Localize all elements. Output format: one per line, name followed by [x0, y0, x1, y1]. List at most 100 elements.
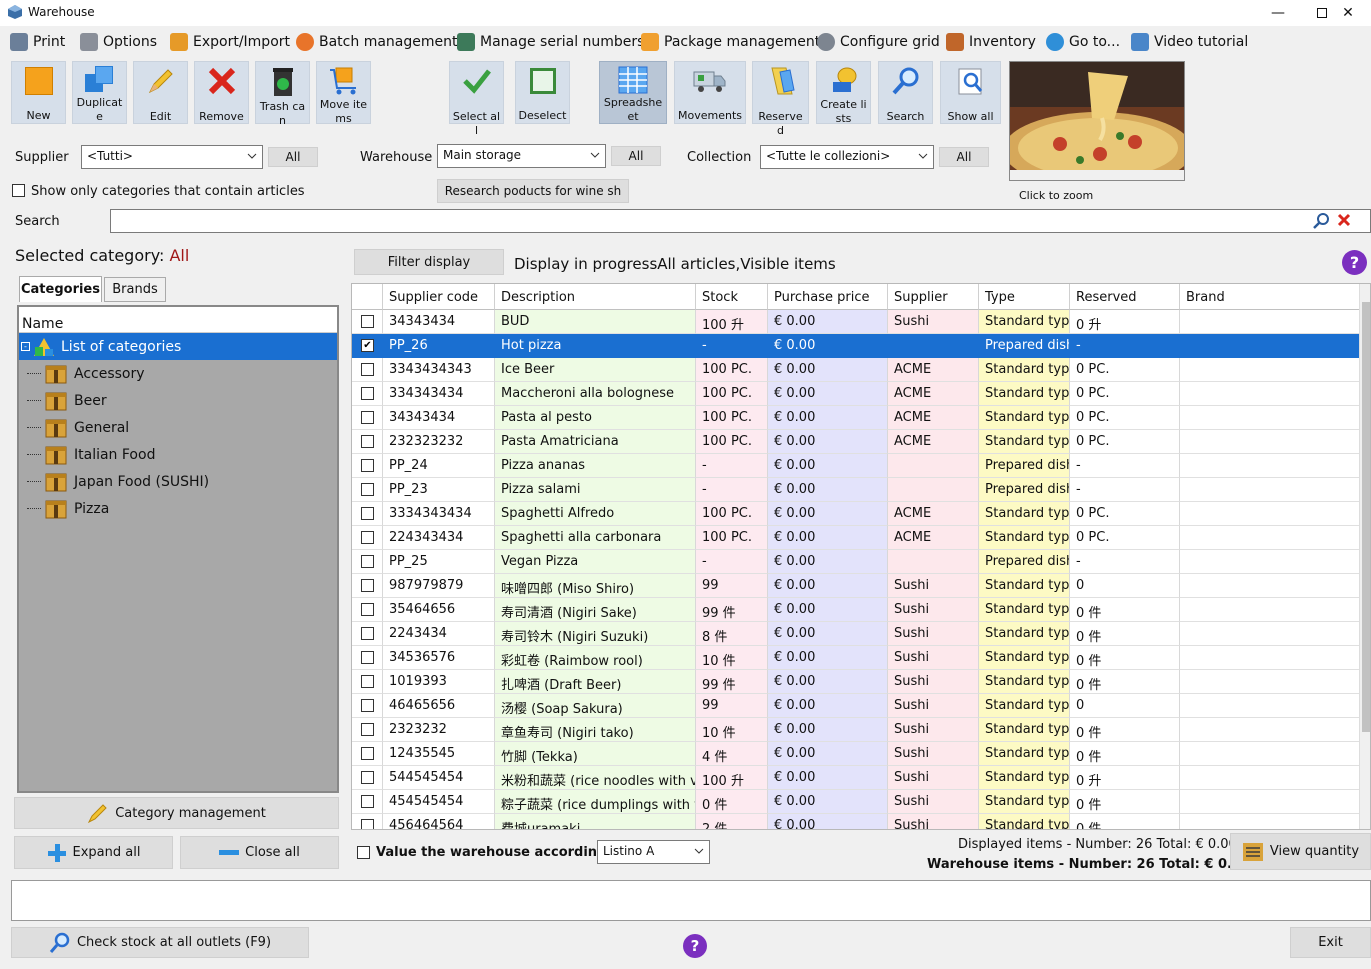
row-checkbox[interactable] — [361, 603, 374, 616]
menu-inventory[interactable]: Inventory — [946, 32, 1036, 52]
notes-area[interactable] — [11, 880, 1371, 921]
table-row[interactable]: 2243434 寿司铃木 (Nigiri Suzuki) 8 件 € 0.00 Sush… — [352, 622, 1360, 646]
research-products-button[interactable]: Research poducts for wine sh — [437, 179, 629, 203]
warehouse-select[interactable]: Main storage — [437, 144, 606, 168]
menu-go-to[interactable]: Go to... — [1046, 32, 1120, 52]
row-checkbox[interactable] — [361, 387, 374, 400]
remove-button[interactable]: Remove — [194, 61, 249, 124]
table-row[interactable]: 35464656 寿司清酒 (Nigiri Sake) 99 件 € 0.00 Sush… — [352, 598, 1360, 622]
menu-serial-numbers[interactable]: Manage serial numbers — [457, 32, 644, 52]
search-input[interactable] — [110, 209, 1371, 233]
row-checkbox[interactable] — [361, 459, 374, 472]
column-header[interactable]: Supplier — [888, 284, 979, 310]
warehouse-all-button[interactable]: All — [611, 146, 661, 166]
row-checkbox[interactable] — [361, 315, 374, 328]
show-all-button[interactable]: Show all — [940, 61, 1001, 124]
table-row[interactable]: 334343434 Maccheroni alla bolognese 100 PC… — [352, 382, 1360, 406]
table-row[interactable]: 34536576 彩虹卷 (Raimbow rool) 10 件 € 0.00 Sush… — [352, 646, 1360, 670]
price-list-select[interactable]: Listino A — [597, 840, 710, 864]
new-button[interactable]: New — [11, 61, 66, 124]
table-row[interactable]: 224343434 Spaghetti alla carbonara 100 PC.… — [352, 526, 1360, 550]
row-checkbox[interactable] — [361, 435, 374, 448]
table-row[interactable]: 1019393 扎啤酒 (Draft Beer) 99 件 € 0.00 Sushi St… — [352, 670, 1360, 694]
row-checkbox[interactable] — [361, 675, 374, 688]
minimize-button[interactable]: — — [1255, 0, 1301, 26]
view-quantity-button[interactable]: View quantity — [1230, 833, 1371, 870]
column-header[interactable]: Brand — [1180, 284, 1360, 310]
tab-brands[interactable]: Brands — [104, 277, 166, 302]
row-checkbox[interactable] — [361, 531, 374, 544]
spreadsheet-button[interactable]: Spreadsheet — [599, 61, 667, 124]
tree-item-root[interactable]: - List of categories — [21, 333, 181, 360]
table-row[interactable]: PP_25 Vegan Pizza - € 0.00 Prepared dish - — [352, 550, 1360, 574]
column-header-select[interactable] — [352, 284, 383, 310]
row-checkbox[interactable] — [361, 651, 374, 664]
search-button[interactable]: Search — [878, 61, 933, 124]
tree-item[interactable]: Pizza — [27, 495, 109, 522]
movements-button[interactable]: Movements — [674, 61, 746, 124]
tree-item[interactable]: General — [27, 414, 129, 441]
duplicate-button[interactable]: Duplicate — [72, 61, 127, 124]
close-window-button[interactable]: ✕ — [1325, 0, 1371, 26]
move-items-button[interactable]: Move items — [316, 61, 371, 125]
search-icon[interactable] — [1313, 212, 1330, 229]
table-row[interactable]: 454545454 粽子蔬菜 (rice dumplings with v0 件 €… — [352, 790, 1360, 814]
menu-batch-management[interactable]: Batch management — [296, 32, 457, 52]
category-management-button[interactable]: Category management — [14, 797, 339, 829]
row-checkbox[interactable] — [361, 819, 374, 829]
supplier-all-button[interactable]: All — [268, 147, 318, 167]
filter-display-button[interactable]: Filter display — [354, 249, 504, 275]
menu-export-import[interactable]: Export/Import — [170, 32, 290, 52]
row-checkbox[interactable] — [361, 747, 374, 760]
row-checkbox[interactable] — [361, 699, 374, 712]
clear-search-icon[interactable] — [1337, 213, 1351, 227]
menu-video-tutorial[interactable]: Video tutorial — [1131, 32, 1248, 52]
table-row[interactable]: 34343434 Pasta al pesto 100 PC. € 0.00 ACME S… — [352, 406, 1360, 430]
table-row[interactable]: 3343434343 Ice Beer 100 PC. € 0.00 ACME Stand… — [352, 358, 1360, 382]
column-header[interactable]: Type — [979, 284, 1070, 310]
help-icon[interactable]: ? — [1342, 250, 1367, 275]
expand-all-button[interactable]: Expand all — [14, 836, 173, 869]
tree-item[interactable]: Japan Food (SUSHI) — [27, 468, 209, 495]
column-header[interactable]: Stock — [696, 284, 768, 310]
grid-scrollbar[interactable] — [1359, 284, 1370, 829]
collection-all-button[interactable]: All — [939, 147, 989, 167]
deselect-button[interactable]: Deselect — [515, 61, 570, 124]
menu-print[interactable]: Print — [10, 32, 65, 52]
row-checkbox[interactable] — [361, 483, 374, 496]
row-checkbox[interactable] — [361, 363, 374, 376]
table-row[interactable]: 34343434 BUD 100 升 € 0.00 Sushi Standard type… — [352, 310, 1360, 334]
table-row[interactable]: 232323232 Pasta Amatriciana 100 PC. € 0.00 A… — [352, 430, 1360, 454]
trash-can-button[interactable]: Trash can — [255, 61, 310, 127]
check-stock-button[interactable]: Check stock at all outlets (F9) — [11, 927, 309, 958]
table-row[interactable]: 456464564 费城uramaki 2 件 € 0.00 Sushi Standard… — [352, 814, 1360, 829]
supplier-select[interactable]: <Tutti> — [81, 145, 263, 169]
row-checkbox[interactable] — [361, 555, 374, 568]
select-all-button[interactable]: Select all — [449, 61, 504, 137]
help-icon[interactable]: ? — [683, 934, 707, 958]
row-checkbox[interactable] — [361, 627, 374, 640]
table-row[interactable]: 987979879 味噌四郎 (Miso Shiro) 99 € 0.00 Sushi S… — [352, 574, 1360, 598]
table-row[interactable]: 544545454 米粉和蔬菜 (rice noodles with ve 100 … — [352, 766, 1360, 790]
row-checkbox[interactable] — [361, 771, 374, 784]
collection-select[interactable]: <Tutte le collezioni> — [760, 145, 934, 169]
table-row[interactable]: PP_24 Pizza ananas - € 0.00 Prepared dish - — [352, 454, 1360, 478]
menu-options[interactable]: Options — [80, 32, 157, 52]
close-all-button[interactable]: Close all — [180, 836, 339, 869]
menu-configure-grid[interactable]: Configure grid — [817, 32, 940, 52]
row-checkbox[interactable] — [361, 507, 374, 520]
row-checkbox[interactable] — [361, 795, 374, 808]
column-header[interactable]: Supplier code — [383, 284, 495, 310]
column-header[interactable]: Purchase price — [768, 284, 888, 310]
edit-button[interactable]: Edit — [133, 61, 188, 124]
column-header[interactable]: Reserved — [1070, 284, 1180, 310]
tree-item[interactable]: Accessory — [27, 360, 145, 387]
table-row[interactable]: 3334343434 Spaghetti Alfredo 100 PC. € 0.00… — [352, 502, 1360, 526]
product-image[interactable] — [1009, 61, 1185, 181]
table-row[interactable]: 2323232 章鱼寿司 (Nigiri tako) 10 件 € 0.00 Sushi… — [352, 718, 1360, 742]
menu-package-management[interactable]: Package management — [641, 32, 820, 52]
create-lists-button[interactable]: Create lists — [816, 61, 871, 125]
value-warehouse-checkbox[interactable] — [357, 846, 370, 859]
tree-item[interactable]: Beer — [27, 387, 107, 414]
column-header[interactable]: Description — [495, 284, 696, 310]
